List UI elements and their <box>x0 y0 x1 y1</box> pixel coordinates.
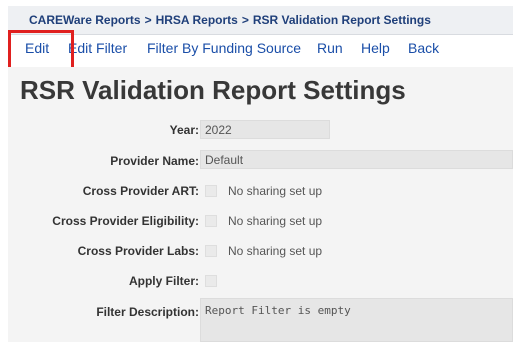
cross-provider-art-status: No sharing set up <box>228 184 323 198</box>
page-title: RSR Validation Report Settings <box>20 75 406 105</box>
breadcrumb-separator: > <box>144 13 152 27</box>
menu-edit-filter[interactable]: Edit Filter <box>68 40 127 56</box>
breadcrumb-current-page: RSR Validation Report Settings <box>252 13 431 27</box>
cross-provider-eligibility-checkbox[interactable] <box>205 215 217 227</box>
cross-provider-art-checkbox[interactable] <box>205 185 217 197</box>
cross-provider-labs-checkbox[interactable] <box>205 245 217 257</box>
cross-provider-art-label: Cross Provider ART: <box>82 184 199 198</box>
menu-run[interactable]: Run <box>317 40 343 56</box>
menu-filter-by-funding-source[interactable]: Filter By Funding Source <box>147 40 301 56</box>
menu-back[interactable]: Back <box>408 40 439 56</box>
year-label: Year: <box>169 123 199 137</box>
cross-provider-labs-label: Cross Provider Labs: <box>77 244 199 258</box>
provider-name-label: Provider Name: <box>110 154 199 168</box>
apply-filter-checkbox[interactable] <box>205 275 217 287</box>
settings-panel: RSR Validation Report Settings Year: 202… <box>8 67 513 342</box>
filter-description-label: Filter Description: <box>96 305 199 319</box>
year-field: 2022 <box>200 120 330 139</box>
cross-provider-eligibility-label: Cross Provider Eligibility: <box>52 214 199 228</box>
breadcrumb-hrsa-reports[interactable]: HRSA Reports <box>156 13 238 27</box>
breadcrumb: CAREWare Reports > HRSA Reports > RSR Va… <box>8 6 513 35</box>
cross-provider-labs-status: No sharing set up <box>228 244 323 258</box>
menu-edit[interactable]: Edit <box>25 40 49 56</box>
app-window: CAREWare Reports > HRSA Reports > RSR Va… <box>0 0 513 342</box>
menu-help[interactable]: Help <box>361 40 390 56</box>
apply-filter-label: Apply Filter: <box>128 274 199 288</box>
breadcrumb-separator: > <box>241 13 249 27</box>
provider-name-field: Default <box>200 150 513 169</box>
filter-description-field: Report Filter is empty <box>200 298 513 342</box>
menu-bar: Edit Edit Filter Filter By Funding Sourc… <box>8 35 513 63</box>
breadcrumb-careware-reports[interactable]: CAREWare Reports <box>29 13 141 27</box>
cross-provider-eligibility-status: No sharing set up <box>228 214 323 228</box>
